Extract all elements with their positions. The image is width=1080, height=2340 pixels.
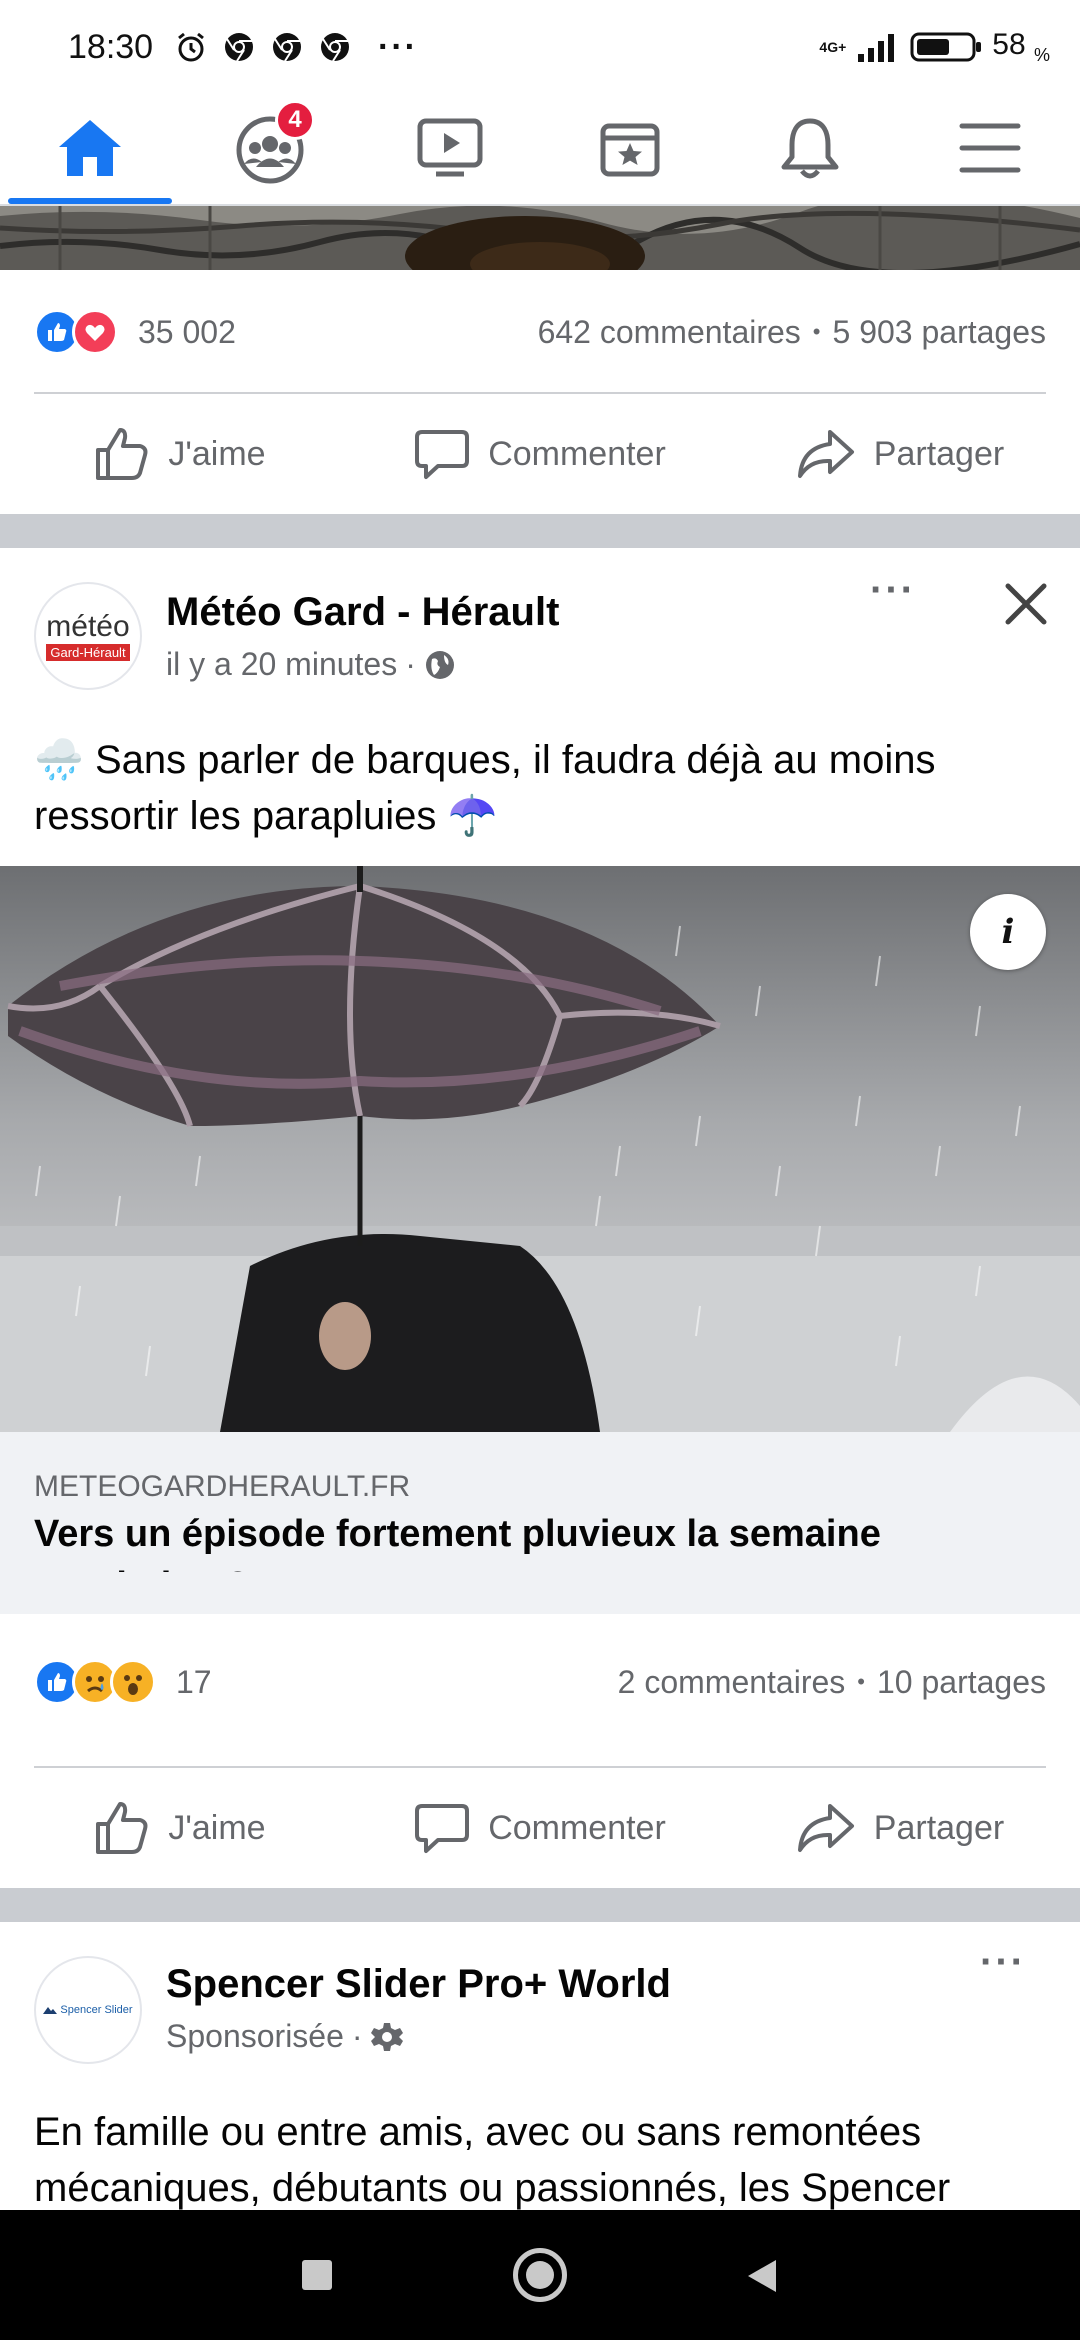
post-meta: il y a 20 minutes · (166, 646, 456, 683)
wow-reaction-icon (110, 1659, 156, 1705)
top-navigation: 4 (0, 92, 1080, 206)
nav-active-indicator (8, 198, 172, 204)
post-actions: J'aime Commenter Partager (0, 404, 1080, 504)
page-name[interactable]: Météo Gard - Hérault (166, 590, 559, 635)
recent-apps-button[interactable] (302, 2260, 332, 2290)
nav-watch[interactable] (360, 92, 540, 204)
reactions[interactable] (34, 309, 118, 355)
marketplace-icon (600, 123, 660, 177)
page-name[interactable]: Spencer Slider Pro+ World (166, 1962, 671, 2007)
system-navigation-bar (0, 2210, 1080, 2340)
status-time: 18:30 (68, 28, 154, 66)
reaction-count[interactable]: 17 (176, 1664, 212, 1701)
info-button[interactable]: i (970, 894, 1046, 970)
post-previous-footer: 35 002 642 commentaires • 5 903 partages… (0, 270, 1080, 514)
chrome-icon (225, 33, 253, 62)
back-button[interactable] (744, 2258, 780, 2294)
post-counts: 17 2 commentaires • 10 partages (34, 1652, 1046, 1712)
reaction-count[interactable]: 35 002 (138, 314, 236, 351)
shares-count[interactable]: 10 partages (877, 1664, 1046, 1701)
chrome-icon (273, 33, 301, 62)
comment-icon (415, 430, 470, 479)
status-bar: 18:30 ··· 4G+ 58 % (0, 0, 1080, 92)
nav-marketplace[interactable] (540, 92, 720, 204)
tree-bark-image (0, 206, 1080, 270)
sponsored-label[interactable]: Sponsorisée (166, 2018, 344, 2055)
page-avatar[interactable]: Spencer Slider (34, 1956, 142, 2064)
link-preview-bottom (0, 1572, 1080, 1614)
gear-icon (370, 2022, 403, 2051)
close-icon (1005, 583, 1047, 625)
feed-separator (0, 514, 1080, 548)
share-icon (797, 1804, 854, 1852)
post-actions: J'aime Commenter Partager (0, 1778, 1080, 1878)
like-button[interactable]: J'aime (0, 1778, 360, 1878)
status-right: 4G+ 58 % (819, 28, 1050, 66)
notifications-icon (781, 118, 839, 179)
network-type: 4G+ (819, 39, 847, 55)
spencer-logo: Spencer Slider (43, 2004, 133, 2016)
nav-menu[interactable] (900, 92, 1080, 204)
counts-separator: • (857, 1669, 865, 1694)
home-button[interactable] (513, 2248, 567, 2302)
comment-icon (415, 1804, 470, 1853)
post-counts: 35 002 642 commentaires • 5 903 partages (34, 302, 1046, 362)
link-domain: METEOGARDHERAULT.FR (34, 1470, 411, 1503)
feed-separator (0, 1888, 1080, 1922)
shares-count[interactable]: 5 903 partages (833, 314, 1047, 351)
umbrella-rain-photo (0, 866, 1080, 1432)
comment-button[interactable]: Commenter (360, 404, 720, 504)
post-time[interactable]: il y a 20 minutes (166, 646, 397, 683)
signal-icon (858, 34, 895, 62)
umbrella-emoji: ☂️ (447, 794, 498, 838)
comments-count[interactable]: 642 commentaires (538, 314, 801, 351)
comment-button[interactable]: Commenter (360, 1778, 720, 1878)
home-icon (59, 120, 121, 176)
chrome-icon (321, 33, 349, 62)
battery-icon (910, 32, 982, 62)
nav-groups[interactable]: 4 (180, 92, 360, 204)
reactions[interactable] (34, 1659, 156, 1705)
post-options-button[interactable]: ··· (980, 1940, 1026, 1985)
more-notifications-icon: ··· (378, 28, 418, 66)
alarm-icon (178, 32, 204, 62)
divider (34, 1766, 1046, 1768)
post-text: En famille ou entre amis, avec ou sans r… (34, 2110, 951, 2210)
page-avatar[interactable]: météo Gard-Hérault (34, 582, 142, 690)
rain-cloud-emoji: 🌧️ (34, 738, 84, 782)
nav-home[interactable] (0, 92, 180, 204)
post-sponsored: Spencer Slider Spencer Slider Pro+ World… (0, 1922, 1080, 2210)
like-button[interactable]: J'aime (0, 404, 360, 504)
nav-notifications[interactable] (720, 92, 900, 204)
status-notification-icons: ··· (174, 30, 418, 64)
share-button[interactable]: Partager (720, 404, 1080, 504)
comments-count[interactable]: 2 commentaires (618, 1664, 846, 1701)
watch-icon (417, 118, 483, 177)
post-options-button[interactable]: ··· (870, 568, 916, 613)
post-meteo: météo Gard-Hérault Météo Gard - Hérault … (0, 548, 1080, 1888)
meteo-logo: météo Gard-Hérault (46, 609, 130, 661)
groups-badge: 4 (275, 100, 315, 140)
hide-post-button[interactable] (996, 574, 1056, 634)
share-icon (797, 430, 854, 478)
love-reaction-icon (72, 309, 118, 355)
like-icon (96, 428, 148, 480)
divider (34, 392, 1046, 394)
menu-icon (959, 123, 1021, 173)
link-preview[interactable]: METEOGARDHERAULT.FR Vers un épisode fort… (0, 1432, 1080, 1607)
counts-separator: • (812, 319, 821, 344)
post-photo[interactable]: i (0, 866, 1080, 1432)
share-button[interactable]: Partager (720, 1778, 1080, 1878)
battery-level: 58 % (992, 28, 1050, 65)
like-icon (96, 1802, 148, 1854)
post-text: 🌧️ Sans parler de barques, il faudra déj… (34, 738, 936, 838)
previous-post-image[interactable] (0, 206, 1080, 270)
globe-icon (425, 650, 454, 679)
post-meta: Sponsorisée · (166, 2018, 403, 2055)
